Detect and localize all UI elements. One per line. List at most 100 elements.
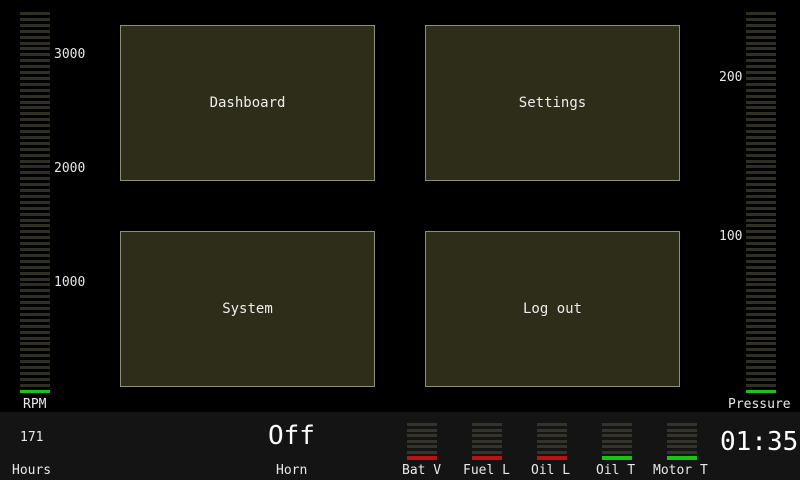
indicator-segment xyxy=(602,450,632,454)
gauge-segment xyxy=(20,130,50,133)
gauge-segment xyxy=(746,212,776,216)
gauge-segment xyxy=(20,360,50,364)
gauge-segment xyxy=(20,65,50,69)
gauge-segment xyxy=(746,130,776,133)
indicator-segment xyxy=(407,450,437,454)
indicator-segment xyxy=(407,445,437,448)
gauge-segment xyxy=(20,23,50,27)
gauge-segment xyxy=(746,318,776,322)
gauge-segment xyxy=(746,236,776,240)
gauge-segment xyxy=(746,153,776,157)
gauge-segment xyxy=(746,342,776,346)
indicator-segment xyxy=(407,456,437,460)
gauge-segment xyxy=(746,41,776,45)
gauge-segment xyxy=(20,147,50,151)
gauge-segment xyxy=(20,301,50,305)
pressure-label: Pressure xyxy=(728,397,791,412)
indicator-segment xyxy=(602,423,632,426)
gauge-segment xyxy=(746,259,776,263)
gauge-segment xyxy=(20,259,50,263)
hours-value: 171 xyxy=(20,430,44,445)
indicator-segment xyxy=(472,423,502,426)
indicator-segment xyxy=(472,434,502,437)
gauge-segment xyxy=(746,100,776,104)
logout-button-label: Log out xyxy=(522,301,582,317)
gauge-segment xyxy=(20,371,50,375)
indicator-segment xyxy=(537,423,567,426)
gauge-segment xyxy=(746,124,776,128)
indicator-segment xyxy=(602,456,632,460)
horn-value: Off xyxy=(268,421,315,451)
gauge-segment xyxy=(746,23,776,27)
gauge-segment xyxy=(746,283,776,287)
hours-label: Hours xyxy=(12,463,52,478)
gauge-segment xyxy=(20,171,50,175)
gauge-segment xyxy=(746,35,776,39)
gauge-segment xyxy=(746,165,776,169)
gauge-segment xyxy=(20,354,50,358)
gauge-segment xyxy=(20,71,50,74)
indicator-segment xyxy=(667,434,697,437)
settings-button[interactable]: Settings xyxy=(425,25,680,181)
gauge-segment xyxy=(20,307,50,310)
gauge-segment xyxy=(20,82,50,86)
gauge-segment xyxy=(20,212,50,216)
gauge-segment xyxy=(20,383,50,387)
horn-label: Horn xyxy=(276,463,308,478)
gauge-segment xyxy=(20,59,50,63)
gauge-segment xyxy=(746,383,776,387)
gauge-segment xyxy=(20,206,50,210)
rpm-tick-2000: 2000 xyxy=(54,161,86,176)
gauge-segment xyxy=(20,17,50,21)
gauge-segment xyxy=(746,295,776,299)
gauge-segment xyxy=(20,253,50,257)
gauge-segment xyxy=(746,177,776,181)
motor-temperature-label: Motor T xyxy=(653,463,708,478)
gauge-segment xyxy=(20,41,50,45)
gauge-segment xyxy=(746,94,776,98)
indicator-segment xyxy=(602,434,632,437)
logout-button[interactable]: Log out xyxy=(425,231,680,387)
gauge-segment xyxy=(746,189,776,192)
gauge-segment xyxy=(20,271,50,275)
dashboard-button[interactable]: Dashboard xyxy=(120,25,375,181)
gauge-segment xyxy=(746,366,776,369)
gauge-segment xyxy=(20,224,50,228)
gauge-segment xyxy=(746,65,776,69)
gauge-segment xyxy=(746,82,776,86)
gauge-segment xyxy=(746,371,776,375)
gauge-segment xyxy=(746,200,776,204)
gauge-segment xyxy=(746,118,776,122)
gauge-segment xyxy=(20,35,50,39)
gauge-segment xyxy=(746,377,776,381)
gauge-segment xyxy=(20,112,50,116)
battery-voltage-label: Bat V xyxy=(402,463,442,478)
gauge-segment xyxy=(20,159,50,163)
gauge-segment xyxy=(20,141,50,145)
indicator-segment xyxy=(602,439,632,443)
settings-button-label: Settings xyxy=(518,95,587,111)
gauge-segment xyxy=(746,271,776,275)
gauge-segment xyxy=(746,218,776,222)
gauge-segment xyxy=(20,12,50,15)
gauge-segment xyxy=(20,248,50,251)
gauge-segment xyxy=(746,194,776,198)
indicator-segment xyxy=(472,439,502,443)
gauge-segment xyxy=(20,289,50,293)
indicator-segment xyxy=(667,445,697,448)
indicator-segment xyxy=(537,434,567,437)
system-button[interactable]: System xyxy=(120,231,375,387)
rpm-gauge-bar xyxy=(20,12,50,396)
gauge-segment xyxy=(746,59,776,63)
gauge-segment xyxy=(746,76,776,80)
gauge-segment xyxy=(20,377,50,381)
indicator-segment xyxy=(472,450,502,454)
gauge-segment xyxy=(746,171,776,175)
indicator-segment xyxy=(667,456,697,460)
gauge-segment xyxy=(746,12,776,15)
gauge-segment xyxy=(746,277,776,281)
gauge-segment xyxy=(746,17,776,21)
gauge-segment xyxy=(746,307,776,310)
gauge-segment xyxy=(20,265,50,269)
gauge-segment xyxy=(746,348,776,352)
